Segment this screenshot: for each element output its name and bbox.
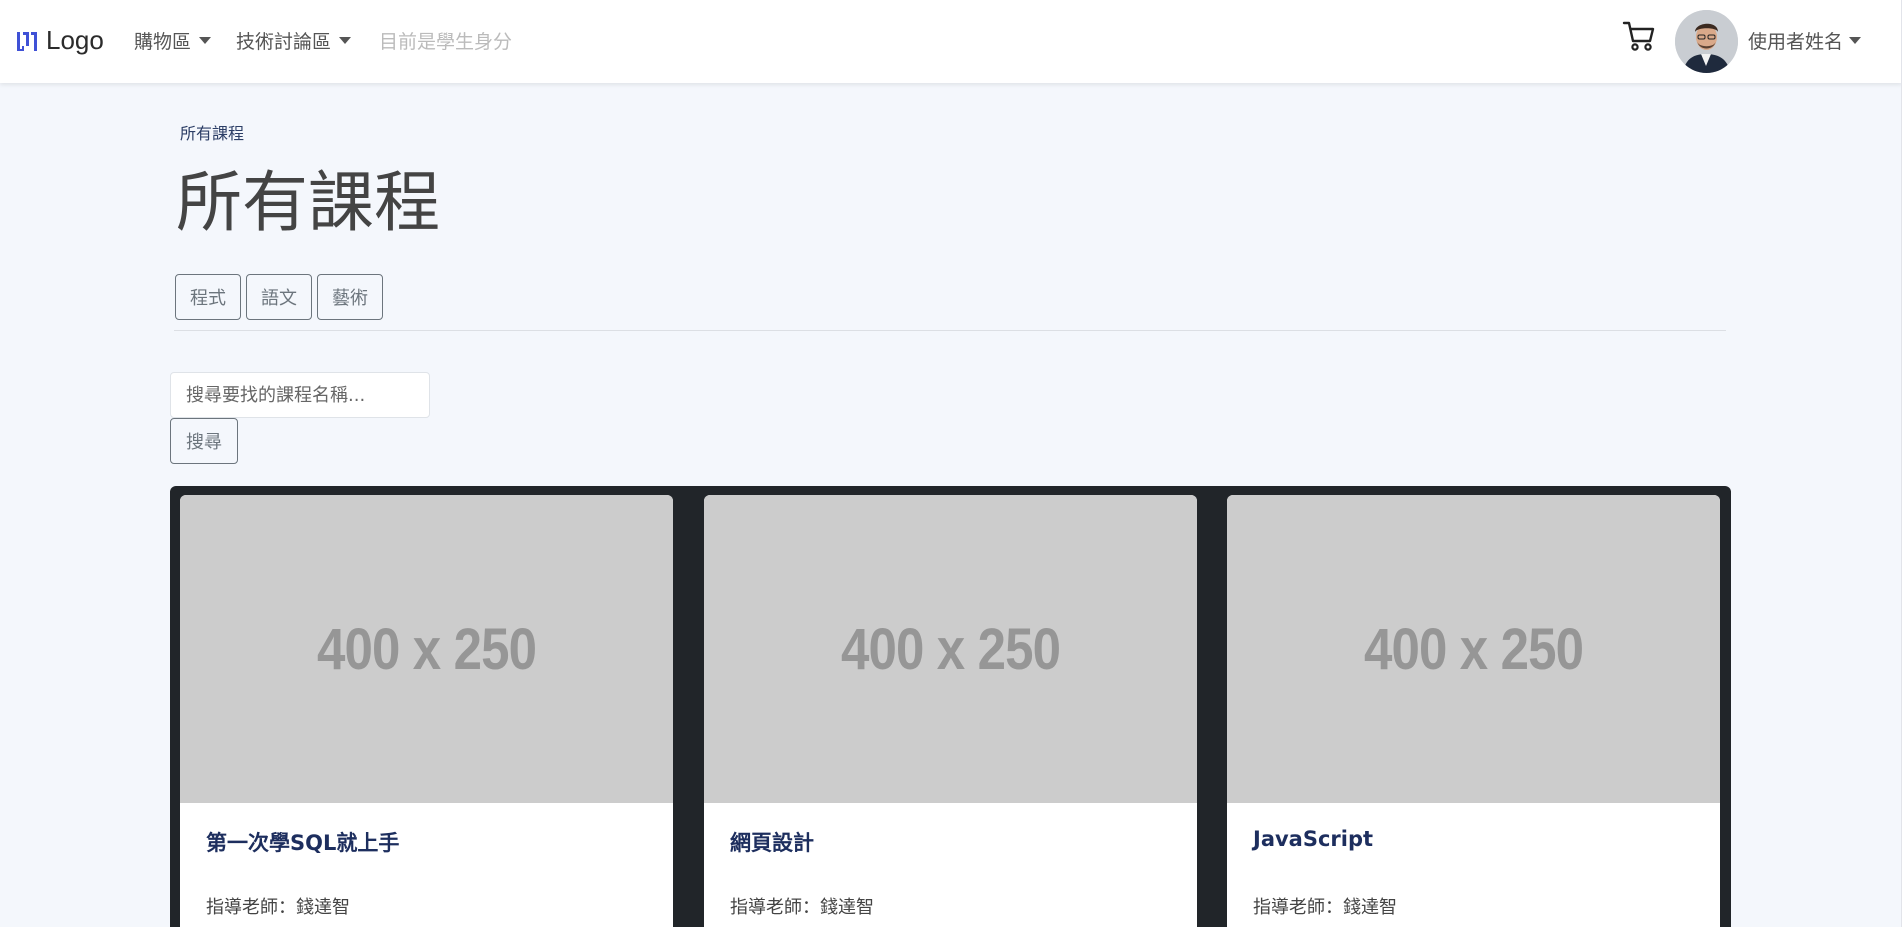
image-size-label: 400 x 250 xyxy=(840,616,1061,682)
category-filter: 程式 語文 藝術 xyxy=(175,274,383,320)
search-input[interactable] xyxy=(170,372,430,418)
nav-role-label: 目前是學生身分 xyxy=(379,31,513,53)
category-button-language[interactable]: 語文 xyxy=(246,274,312,320)
course-teacher: 指導老師：錢達智 xyxy=(1253,897,1397,918)
search-button[interactable]: 搜尋 xyxy=(170,418,238,464)
course-image-placeholder: 400 x 250 xyxy=(704,495,1197,803)
user-menu-dropdown[interactable]: 使用者姓名 xyxy=(1748,27,1862,54)
page-title: 所有課程 xyxy=(176,164,440,241)
course-image-placeholder: 400 x 250 xyxy=(180,495,673,803)
divider xyxy=(174,330,1726,331)
breadcrumb[interactable]: 所有課程 xyxy=(180,120,244,144)
nav-shop-dropdown[interactable]: 購物區 xyxy=(134,27,212,54)
course-image-placeholder: 400 x 250 xyxy=(1227,495,1720,803)
course-grid: 400 x 250 第一次學SQL就上手 指導老師：錢達智 400 x 250 … xyxy=(170,486,1731,927)
nav-tech-label: 技術討論區 xyxy=(236,31,332,53)
course-title[interactable]: 第一次學SQL就上手 xyxy=(206,827,399,857)
course-title[interactable]: 網頁設計 xyxy=(730,827,814,857)
image-size-label: 400 x 250 xyxy=(316,616,537,682)
image-size-label: 400 x 250 xyxy=(1363,616,1584,682)
nav-tech-dropdown[interactable]: 技術討論區 xyxy=(236,27,352,54)
course-card[interactable]: 400 x 250 網頁設計 指導老師：錢達智 xyxy=(704,495,1197,927)
caret-down-icon xyxy=(1849,37,1862,44)
category-button-programming[interactable]: 程式 xyxy=(175,274,241,320)
nav-role-status: 目前是學生身分 xyxy=(379,27,512,54)
avatar-icon xyxy=(1675,10,1738,73)
user-name: 使用者姓名 xyxy=(1748,31,1844,53)
course-card[interactable]: 400 x 250 JavaScript 指導老師：錢達智 xyxy=(1227,495,1720,927)
brand-link[interactable]: Logo xyxy=(14,25,104,56)
caret-down-icon xyxy=(339,37,352,44)
brand-text: Logo xyxy=(46,25,104,55)
caret-down-icon xyxy=(199,37,212,44)
navbar: Logo 購物區 技術討論區 目前是學生身分 使用者姓名 xyxy=(0,0,1902,83)
course-title[interactable]: JavaScript xyxy=(1253,827,1373,851)
nav-shop-label: 購物區 xyxy=(134,31,192,53)
logo-icon xyxy=(17,31,37,51)
cart-icon[interactable] xyxy=(1622,20,1656,52)
avatar[interactable] xyxy=(1675,10,1738,73)
category-button-art[interactable]: 藝術 xyxy=(317,274,383,320)
course-card[interactable]: 400 x 250 第一次學SQL就上手 指導老師：錢達智 xyxy=(180,495,673,927)
course-teacher: 指導老師：錢達智 xyxy=(206,897,350,918)
course-teacher: 指導老師：錢達智 xyxy=(730,897,874,918)
